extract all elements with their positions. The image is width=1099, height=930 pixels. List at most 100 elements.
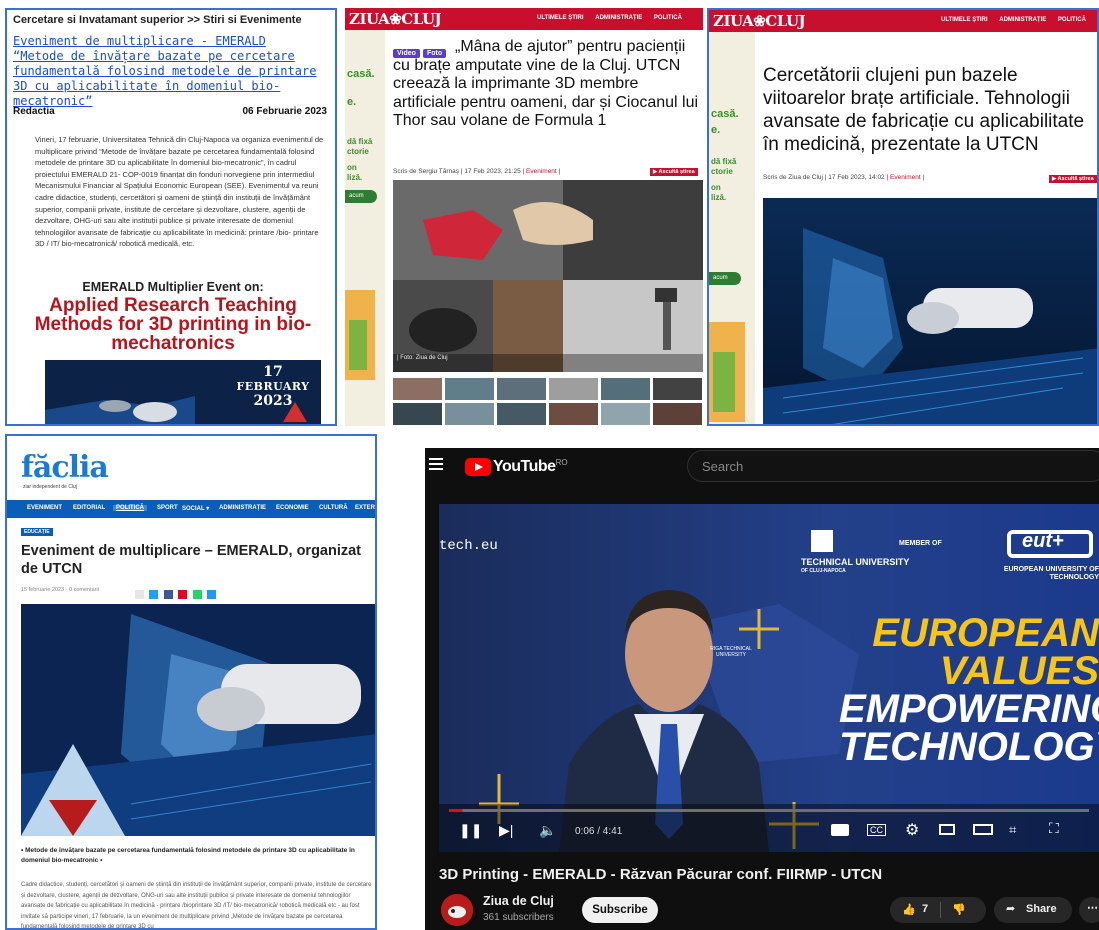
nav-item-economie[interactable]: ECONOMIE [276, 505, 309, 511]
gallery-thumbnail[interactable] [445, 378, 494, 400]
article-author: Redactia [13, 106, 55, 117]
hamburger-menu-icon[interactable] [429, 458, 443, 473]
logo-subtitle: ziar independent de Cluj [23, 484, 77, 490]
article-hero-image[interactable] [21, 604, 375, 836]
badge-year: 2023 [253, 393, 293, 409]
gallery-thumbnail[interactable] [601, 403, 650, 425]
meta-author[interactable]: Scris de Sergiu Tărnaș [393, 168, 459, 175]
gallery-thumbnail[interactable] [653, 403, 702, 425]
subscriber-count: 361 subscribers [483, 912, 554, 923]
article-headline-link[interactable]: Eveniment de multiplicare - EMERALD “Met… [13, 34, 323, 109]
listen-article-button[interactable]: ▶ Ascultă știrea [650, 168, 698, 176]
fullscreen-icon[interactable]: ⛶ [1049, 820, 1059, 837]
pinterest-share-icon[interactable] [178, 590, 188, 599]
meta-author[interactable]: Scris de Ziua de Cluj [763, 174, 823, 181]
channel-avatar-icon [441, 894, 473, 926]
gallery-thumbnail[interactable] [393, 378, 442, 400]
side-advertisement[interactable]: casă. e. dă fixă ctorie on liză. acum [709, 32, 755, 424]
channel-avatar[interactable] [441, 894, 473, 926]
nav-item-administratie[interactable]: ADMINISTRAȚIE [219, 505, 266, 511]
overlay-tu-title: TECHNICAL UNIVERSITY [801, 557, 910, 567]
nav-item-politica[interactable]: POLITICĂ [113, 505, 147, 511]
miniplayer-icon[interactable] [939, 824, 955, 835]
twitter-share-icon[interactable] [149, 590, 159, 599]
gallery-thumbnail[interactable] [549, 378, 598, 400]
nav-item-sport[interactable]: SPORT [157, 505, 178, 511]
nav-item-cultura[interactable]: CULTURĂ [319, 505, 348, 511]
search-placeholder: Search [702, 459, 744, 474]
article-photo[interactable] [393, 180, 703, 372]
article-title[interactable]: Eveniment de multiplicare – EMERALD, org… [21, 542, 371, 578]
badge-month: FEBRUARY [236, 380, 310, 393]
faclia-logo[interactable]: făclia [21, 450, 109, 485]
subscribe-button[interactable]: Subscribe [582, 897, 658, 923]
ziua-de-cluj-logo[interactable]: ZIUA❀CLUJ [713, 12, 806, 30]
time-display: 0:06 / 4:41 [575, 826, 623, 837]
video-player[interactable]: tech.eu TECHNICAL UNIVERSITY OF CLUJ-NAP… [439, 504, 1099, 852]
search-input[interactable]: Search [687, 450, 1099, 482]
more-options-button[interactable]: ⋯ [1079, 897, 1099, 923]
gallery-thumbnail[interactable] [601, 378, 650, 400]
article-title[interactable]: Cercetătorii clujeni pun bazele viitoare… [763, 64, 1097, 156]
facebook-share-icon[interactable] [163, 590, 173, 599]
nav-administration[interactable]: ADMINISTRAȚIE [999, 17, 1046, 23]
nav-item-social[interactable]: SOCIAL ▾ [182, 505, 209, 512]
tag-foto[interactable]: Foto [422, 49, 447, 58]
site-nav: ULTIMELE ȘTIRI ADMINISTRAȚIE POLITICĂ [931, 17, 1086, 23]
nav-item-externe[interactable]: EXTER [355, 505, 375, 511]
nav-administration[interactable]: ADMINISTRAȚIE [595, 15, 642, 21]
photo-gallery-thumbnails [393, 378, 703, 426]
dislike-icon[interactable]: 👎 [952, 903, 966, 916]
share-button[interactable]: ➦ Share [994, 897, 1072, 923]
overlay-slogan: EUROPEAN VALUES EMPOWERING TECHNOLOGY [839, 613, 1099, 769]
gallery-thumbnail[interactable] [445, 403, 494, 425]
article-hero-image[interactable] [763, 198, 1097, 424]
video-progress-fill [449, 809, 463, 812]
gallery-thumbnail[interactable] [497, 403, 546, 425]
badge-day: 17 [263, 364, 283, 380]
next-icon[interactable]: ▶| [499, 822, 513, 839]
nav-politics[interactable]: POLITICĂ [654, 15, 682, 21]
youtube-wordmark: YouTube [493, 458, 556, 476]
volume-icon[interactable]: 🔈 [539, 822, 556, 839]
nav-item-eveniment[interactable]: EVENIMENT [27, 505, 62, 511]
category-badge[interactable]: EDUCAȚIE [21, 528, 53, 536]
ad-button[interactable]: acum [345, 190, 377, 203]
meta-category[interactable]: Eveniment [526, 168, 557, 175]
gallery-thumbnail[interactable] [393, 403, 442, 425]
nav-latest[interactable]: ULTIMELE ȘTIRI [941, 17, 988, 23]
ad-text: liză. [711, 193, 727, 202]
listen-article-button[interactable]: ▶ Ascultă știrea [1049, 175, 1097, 183]
theater-mode-icon[interactable] [973, 824, 993, 835]
meta-category[interactable]: Eveniment [890, 174, 921, 181]
settings-gear-icon[interactable]: ⚙ [905, 820, 919, 840]
pause-icon[interactable]: ❚❚ [459, 822, 482, 839]
captions-icon[interactable]: CC [867, 824, 886, 836]
youtube-video-page: YouTubeRO Search tech.eu TECHNICAL UNIVE… [425, 448, 1099, 930]
cast-icon[interactable]: ⌗ [1009, 822, 1016, 838]
breadcrumb[interactable]: Cercetare si Invatamant superior >> Stir… [13, 14, 302, 26]
autoplay-toggle-icon[interactable] [831, 824, 849, 836]
gallery-thumbnail[interactable] [497, 378, 546, 400]
like-count: 7 [922, 903, 929, 915]
ad-button-label: acum [349, 193, 364, 199]
youtube-logo[interactable]: YouTubeRO [465, 458, 568, 477]
site-nav: ULTIMELE ȘTIRI ADMINISTRAȚIE POLITICĂ [527, 15, 682, 21]
like-icon[interactable]: 👍 [902, 903, 916, 916]
gallery-thumbnail[interactable] [549, 403, 598, 425]
overlay-eut-name: EUROPEAN UNIVERSITY OF TECHNOLOGY [1003, 566, 1099, 581]
ad-button[interactable]: acum [709, 272, 741, 285]
email-share-icon[interactable] [207, 590, 217, 599]
ad-house-illustration [345, 290, 375, 380]
gallery-thumbnail[interactable] [653, 378, 702, 400]
nav-latest[interactable]: ULTIMELE ȘTIRI [537, 15, 584, 21]
ziua-de-cluj-logo[interactable]: ZIUA❀CLUJ [349, 10, 442, 28]
side-advertisement[interactable]: casă. e. dă fixă ctorie on liză. acum [345, 30, 385, 426]
nav-politics[interactable]: POLITICĂ [1058, 17, 1086, 23]
slogan-line: TECHNOLOGY [839, 725, 1099, 769]
whatsapp-share-icon[interactable] [192, 590, 202, 599]
channel-name[interactable]: Ziua de Cluj [483, 894, 554, 908]
robot-hand-keyboard-illustration [21, 604, 375, 836]
nav-item-editorial[interactable]: EDITORIAL [73, 505, 105, 511]
tag-video[interactable]: Video [393, 49, 420, 58]
